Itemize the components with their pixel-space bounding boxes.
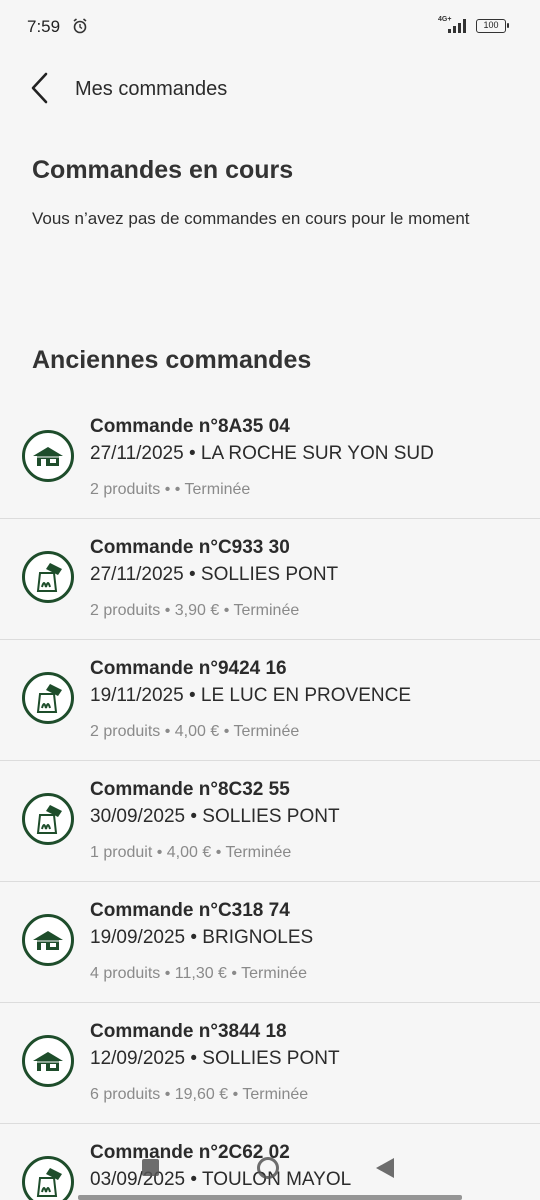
order-meta: 2 produits • • Terminée <box>90 481 251 498</box>
order-row[interactable]: Commande n°C318 74 19/09/2025 • BRIGNOLE… <box>0 882 540 1003</box>
order-meta: 4 produits • 11,30 € • Terminée <box>90 965 307 982</box>
system-nav-bar <box>0 1140 540 1200</box>
order-date-store: 27/11/2025 • LA ROCHE SUR YON SUD <box>90 443 434 464</box>
past-orders-list: Commande n°8A35 04 27/11/2025 • LA ROCHE… <box>0 398 540 1200</box>
order-meta: 6 produits • 19,60 € • Terminée <box>90 1086 309 1103</box>
restaurant-icon <box>22 914 74 966</box>
restaurant-icon <box>22 1035 74 1087</box>
order-row[interactable]: Commande n°8C32 55 30/09/2025 • SOLLIES … <box>0 761 540 882</box>
order-number: Commande n°C933 30 <box>90 537 290 558</box>
alarm-icon <box>73 18 87 34</box>
gesture-bar[interactable] <box>78 1195 462 1200</box>
order-date-store: 19/11/2025 • LE LUC EN PROVENCE <box>90 685 412 706</box>
order-number: Commande n°9424 16 <box>90 658 287 679</box>
back-button[interactable] <box>20 68 60 108</box>
order-date-store: 12/09/2025 • SOLLIES PONT <box>90 1048 340 1069</box>
order-row[interactable]: Commande n°C933 30 27/11/2025 • SOLLIES … <box>0 519 540 640</box>
takeaway-bag-icon <box>22 551 74 603</box>
home-button[interactable] <box>257 1157 279 1179</box>
system-back-button[interactable] <box>376 1158 394 1178</box>
order-number: Commande n°8A35 04 <box>90 416 290 437</box>
order-meta: 2 produits • 4,00 € • Terminée <box>90 723 300 740</box>
order-date-store: 27/11/2025 • SOLLIES PONT <box>90 564 339 585</box>
status-bar: 7:59 4G+ 100 <box>0 0 540 54</box>
chevron-left-icon <box>31 72 48 104</box>
current-orders-empty-message: Vous n’avez pas de commandes en cours po… <box>32 209 470 228</box>
order-row[interactable]: Commande n°9424 16 19/11/2025 • LE LUC E… <box>0 640 540 761</box>
order-row[interactable]: Commande n°8A35 04 27/11/2025 • LA ROCHE… <box>0 398 540 519</box>
order-row[interactable]: Commande n°3844 18 12/09/2025 • SOLLIES … <box>0 1003 540 1124</box>
past-orders-title: Anciennes commandes <box>32 346 312 374</box>
order-meta: 1 produit • 4,00 € • Terminée <box>90 844 292 861</box>
order-number: Commande n°3844 18 <box>90 1021 287 1042</box>
app-header: Mes commandes <box>0 60 540 118</box>
current-orders-title: Commandes en cours <box>32 156 294 184</box>
signal-strength-icon <box>448 19 466 33</box>
order-date-store: 19/09/2025 • BRIGNOLES <box>90 927 314 948</box>
order-number: Commande n°C318 74 <box>90 900 290 921</box>
battery-icon: 100 <box>476 19 509 33</box>
takeaway-bag-icon <box>22 793 74 845</box>
order-meta: 2 produits • 3,90 € • Terminée <box>90 602 300 619</box>
status-time: 7:59 <box>27 17 61 36</box>
order-date-store: 30/09/2025 • SOLLIES PONT <box>90 806 340 827</box>
order-number: Commande n°8C32 55 <box>90 779 290 800</box>
takeaway-bag-icon <box>22 672 74 724</box>
recent-apps-button[interactable] <box>142 1159 159 1176</box>
page-title: Mes commandes <box>75 78 228 100</box>
restaurant-icon <box>22 430 74 482</box>
